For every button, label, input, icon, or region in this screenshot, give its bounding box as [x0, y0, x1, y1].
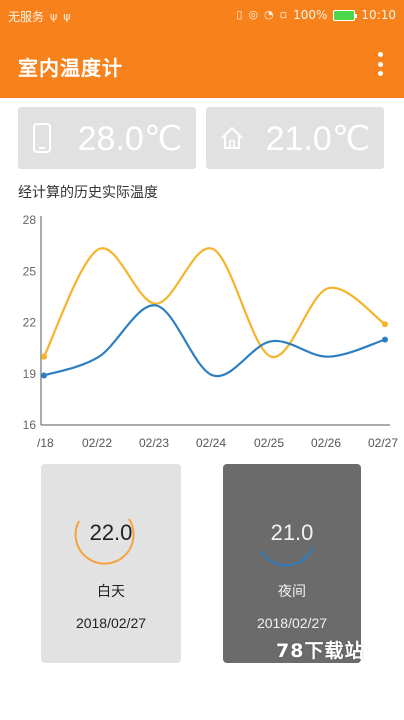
chart-title: 经计算的历史实际温度 [18, 185, 158, 201]
phone-icon [33, 123, 51, 153]
x-tick-label: 02/23 [139, 436, 169, 450]
day-label: 白天 [97, 584, 125, 600]
data-point [41, 353, 47, 360]
home-temp-value: 21.0℃ [265, 120, 370, 158]
usb-icon: ψ [50, 9, 58, 23]
day-date: 2018/02/27 [75, 615, 147, 631]
status-left: 无服务 ψ ψ [8, 8, 71, 25]
battery-icon [333, 9, 358, 21]
app-bar: 室内温度计 [0, 32, 404, 98]
home-icon [221, 126, 243, 149]
phone-temp-value: 28.0℃ [77, 120, 182, 158]
carrier-text: 无服务 [8, 10, 45, 24]
clock: 10:10 [361, 8, 396, 22]
status-right: ▯ ◎ ◔ ▫ 100% 10:10 [236, 8, 396, 22]
data-point [382, 336, 388, 343]
app-title: 室内温度计 [18, 56, 123, 80]
night-temp-value: 21.0 [270, 520, 314, 545]
x-tick-label: 02/25 [254, 436, 284, 450]
night-date: 2018/02/27 [256, 615, 328, 631]
home-temp-card: 21.0℃ [206, 107, 384, 169]
day-temp-value: 22.0 [89, 520, 133, 545]
battery-percent: 100% [293, 8, 328, 22]
status-bar: 无服务 ψ ψ ▯ ◎ ◔ ▫ 100% 10:10 [0, 0, 404, 32]
phone-temp-card: 28.0℃ [18, 107, 196, 169]
y-tick-label: 19 [23, 367, 37, 381]
x-tick-label: 02/27 [368, 436, 398, 450]
x-tick-label: /18 [37, 436, 54, 450]
hd-icon: ◎ [248, 8, 259, 21]
day-card: 22.0 白天 2018/02/27 [41, 464, 181, 663]
vibrate-icon: ▯ [236, 8, 243, 21]
x-tick-label: 02/24 [196, 436, 226, 450]
y-tick-label: 22 [23, 316, 37, 330]
sim-icon: ▫ [279, 8, 288, 21]
x-tick-label: 02/22 [82, 436, 112, 450]
night-label: 夜间 [278, 584, 306, 600]
history-chart: 16 19 22 25 28/18 02/22 02/23 02/24 02/25 02/26 02… [23, 213, 399, 450]
data-point [41, 372, 47, 379]
watermark: 78下载站 [276, 640, 365, 662]
y-tick-label: 25 [23, 264, 37, 278]
series-line-orange [43, 247, 386, 358]
night-card: 21.0 夜间 2018/02/27 [223, 464, 361, 663]
overflow-menu-icon[interactable] [376, 52, 384, 76]
usb-debug-icon: ψ [63, 9, 71, 23]
x-tick-label: 02/26 [311, 436, 341, 450]
y-tick-label: 28 [23, 213, 37, 227]
series-line-blue [43, 304, 386, 378]
data-point [382, 321, 388, 328]
y-tick-label: 16 [23, 418, 37, 432]
wifi-icon: ◔ [264, 8, 274, 21]
